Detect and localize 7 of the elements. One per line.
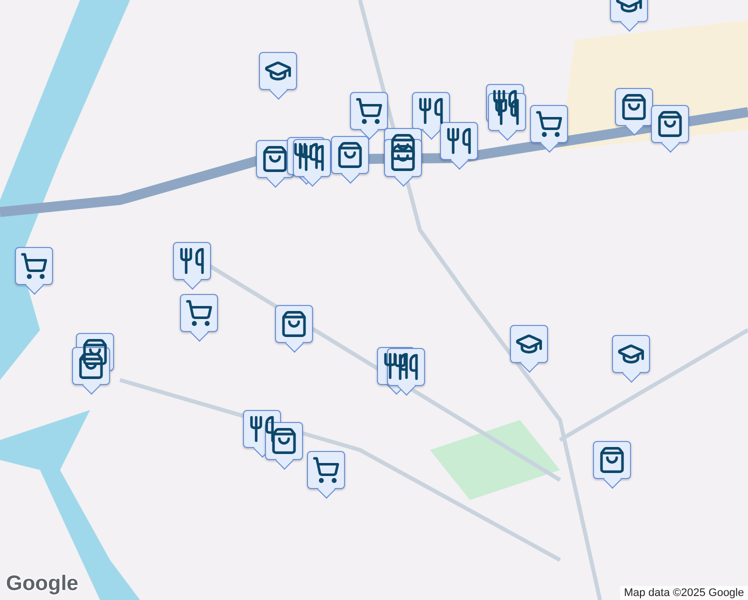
map-attribution: Map data ©2025 Google — [620, 586, 748, 600]
shopping-cart-icon — [185, 299, 213, 327]
shopping-cart-icon — [355, 97, 383, 125]
google-logo: Google — [6, 572, 78, 596]
shopping-cart-icon — [535, 110, 563, 138]
shopping-cart-icon — [20, 252, 48, 280]
shopping-cart-icon — [312, 456, 340, 484]
